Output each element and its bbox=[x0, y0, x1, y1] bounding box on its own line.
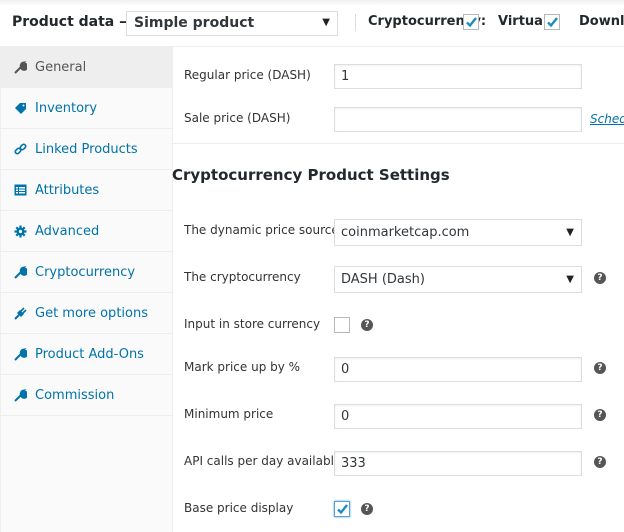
tab-label: Get more options bbox=[35, 305, 148, 321]
tab-attributes[interactable]: Attributes bbox=[1, 170, 172, 211]
tab-label: Attributes bbox=[35, 182, 100, 198]
price-source-value: coinmarketcap.com bbox=[341, 225, 470, 240]
tab-label: Linked Products bbox=[35, 141, 138, 157]
base-price-checkbox[interactable] bbox=[334, 501, 350, 517]
checkmark-icon bbox=[547, 17, 558, 28]
regular-price-label: Regular price (DASH) bbox=[184, 68, 311, 82]
list-icon bbox=[13, 183, 27, 197]
tab-advanced[interactable]: Advanced bbox=[1, 211, 172, 252]
chevron-down-icon: ▼ bbox=[566, 274, 574, 285]
api-calls-label: API calls per day available bbox=[184, 454, 342, 468]
chevron-down-icon: ▼ bbox=[322, 17, 330, 28]
store-currency-label: Input in store currency bbox=[184, 317, 321, 331]
gear-icon bbox=[13, 224, 27, 238]
base-price-label: Base price display bbox=[184, 501, 294, 515]
help-icon[interactable]: ? bbox=[594, 272, 606, 284]
product-data-tabs: General Inventory Linked Products Attrib… bbox=[0, 47, 173, 532]
markup-input[interactable] bbox=[334, 357, 582, 382]
min-price-label: Minimum price bbox=[184, 407, 274, 421]
wrench-icon bbox=[13, 265, 27, 279]
general-panel: Regular price (DASH) Sale price (DASH) S… bbox=[172, 47, 624, 532]
tab-cryptocurrency[interactable]: Cryptocurrency bbox=[1, 252, 172, 293]
tab-general[interactable]: General bbox=[1, 47, 172, 88]
chevron-down-icon: ▼ bbox=[566, 227, 574, 238]
product-type-select[interactable]: Simple product ▼ bbox=[126, 11, 338, 36]
api-calls-input[interactable] bbox=[334, 451, 582, 476]
tab-product-add-ons[interactable]: Product Add-Ons bbox=[1, 334, 172, 375]
help-icon[interactable]: ? bbox=[594, 456, 606, 468]
wrench-icon bbox=[13, 347, 27, 361]
tab-label: Product Add-Ons bbox=[35, 346, 144, 362]
crypto-settings-title: Cryptocurrency Product Settings bbox=[172, 166, 450, 184]
header-divider bbox=[355, 14, 356, 31]
regular-price-input[interactable] bbox=[334, 64, 582, 89]
help-icon[interactable]: ? bbox=[594, 409, 606, 421]
tab-commission[interactable]: Commission bbox=[1, 375, 172, 416]
sale-price-label: Sale price (DASH) bbox=[184, 111, 291, 125]
tag-icon bbox=[13, 101, 27, 115]
wrench-icon bbox=[13, 388, 27, 402]
checkmark-icon bbox=[337, 504, 348, 515]
cryptocurrency-label: The cryptocurrency bbox=[184, 270, 301, 284]
product-data-header: Product data — Simple product ▼ Cryptocu… bbox=[0, 0, 624, 47]
checkmark-icon bbox=[466, 17, 477, 28]
tab-label: Cryptocurrency bbox=[35, 264, 136, 280]
wrench-icon bbox=[13, 60, 27, 74]
price-source-select[interactable]: coinmarketcap.com ▼ bbox=[334, 219, 582, 246]
schedule-link[interactable]: Sched bbox=[590, 112, 624, 126]
top-band bbox=[0, 0, 624, 6]
product-data-title: Product data — bbox=[12, 14, 134, 30]
product-type-value: Simple product bbox=[134, 15, 255, 31]
plug-icon bbox=[13, 306, 27, 320]
cryptocurrency-checkbox[interactable] bbox=[463, 14, 479, 30]
downloadable-option-label: Downlo bbox=[579, 14, 624, 29]
link-icon bbox=[13, 142, 27, 156]
help-icon[interactable]: ? bbox=[361, 319, 373, 331]
sale-price-input[interactable] bbox=[334, 107, 582, 132]
section-divider bbox=[172, 143, 624, 144]
min-price-input[interactable] bbox=[334, 404, 582, 429]
tab-get-more-options[interactable]: Get more options bbox=[1, 293, 172, 334]
help-icon[interactable]: ? bbox=[594, 362, 606, 374]
cryptocurrency-value: DASH (Dash) bbox=[341, 272, 425, 287]
cryptocurrency-select[interactable]: DASH (Dash) ▼ bbox=[334, 266, 582, 293]
tab-label: General bbox=[35, 59, 87, 75]
virtual-checkbox[interactable] bbox=[544, 14, 560, 30]
tab-label: Advanced bbox=[35, 223, 100, 239]
tab-label: Commission bbox=[35, 387, 115, 403]
markup-label: Mark price up by % bbox=[184, 360, 301, 374]
tab-inventory[interactable]: Inventory bbox=[1, 88, 172, 129]
store-currency-checkbox[interactable] bbox=[334, 317, 350, 333]
help-icon[interactable]: ? bbox=[361, 503, 373, 515]
price-source-label: The dynamic price source bbox=[184, 223, 339, 237]
tab-linked-products[interactable]: Linked Products bbox=[1, 129, 172, 170]
tab-label: Inventory bbox=[35, 100, 98, 116]
